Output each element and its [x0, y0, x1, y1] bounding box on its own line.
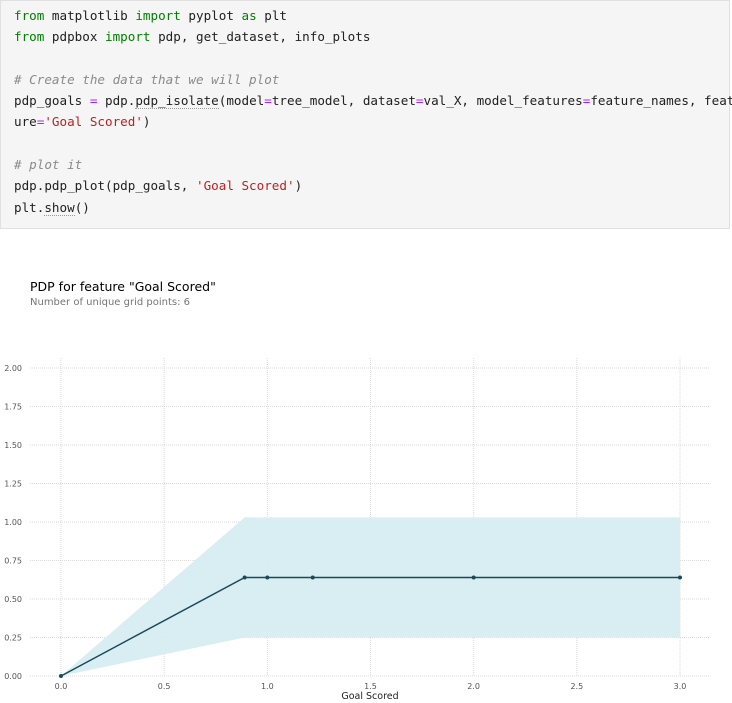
pdp-point [471, 575, 476, 580]
pdp-point [265, 575, 270, 580]
x-tick-label: 0.0 [55, 682, 68, 691]
code-cell[interactable]: from matplotlib import pyplot as plt fro… [0, 0, 732, 229]
y-tick-label: 1.50 [4, 441, 22, 450]
code-line-2: from pdpbox import pdp, get_dataset, inf… [14, 29, 371, 44]
code-line-5: ure='Goal Scored') [14, 114, 151, 129]
plot-title: PDP for feature "Goal Scored" [30, 279, 216, 294]
y-tick-label: 0.75 [4, 557, 22, 566]
x-axis-label: Goal Scored [341, 691, 398, 702]
pdp-point [242, 575, 247, 580]
pdp-chart: 0.00 0.25 0.50 0.75 1.00 1.25 1.50 1.75 2.00 0.0 0… [4, 358, 710, 702]
y-tick-label: 0.50 [4, 595, 22, 604]
x-tick-label: 1.5 [364, 682, 377, 691]
code-line-8: plt.show() [14, 200, 90, 216]
y-tick-label: 2.00 [4, 364, 22, 373]
y-tick-label: 1.75 [4, 403, 22, 412]
code-line-1: from matplotlib import pyplot as plt [14, 8, 288, 23]
y-tick-label: 1.00 [4, 518, 22, 527]
pdp-point [678, 575, 682, 580]
code-line-4: pdp_goals = pdp.pdp_isolate(model=tree_m… [14, 93, 732, 109]
plot-subtitle: Number of unique grid points: 6 [30, 297, 191, 308]
y-tick-label: 0.25 [4, 634, 22, 643]
code-comment-1: # Create the data that we will plot [14, 72, 280, 87]
pdp-point [59, 674, 63, 678]
x-tick-label: 1.0 [261, 682, 274, 691]
x-tick-label: 0.5 [158, 682, 171, 691]
code-line-7: pdp.pdp_plot(pdp_goals, 'Goal Scored') [14, 178, 303, 193]
x-tick-label: 3.0 [674, 682, 687, 691]
code-comment-2: # plot it [14, 157, 83, 172]
x-tick-label: 2.5 [570, 682, 583, 691]
pdp-point [310, 575, 315, 580]
x-tick-label: 2.0 [467, 682, 480, 691]
y-tick-label: 0.00 [4, 672, 22, 681]
y-tick-label: 1.25 [4, 480, 22, 489]
